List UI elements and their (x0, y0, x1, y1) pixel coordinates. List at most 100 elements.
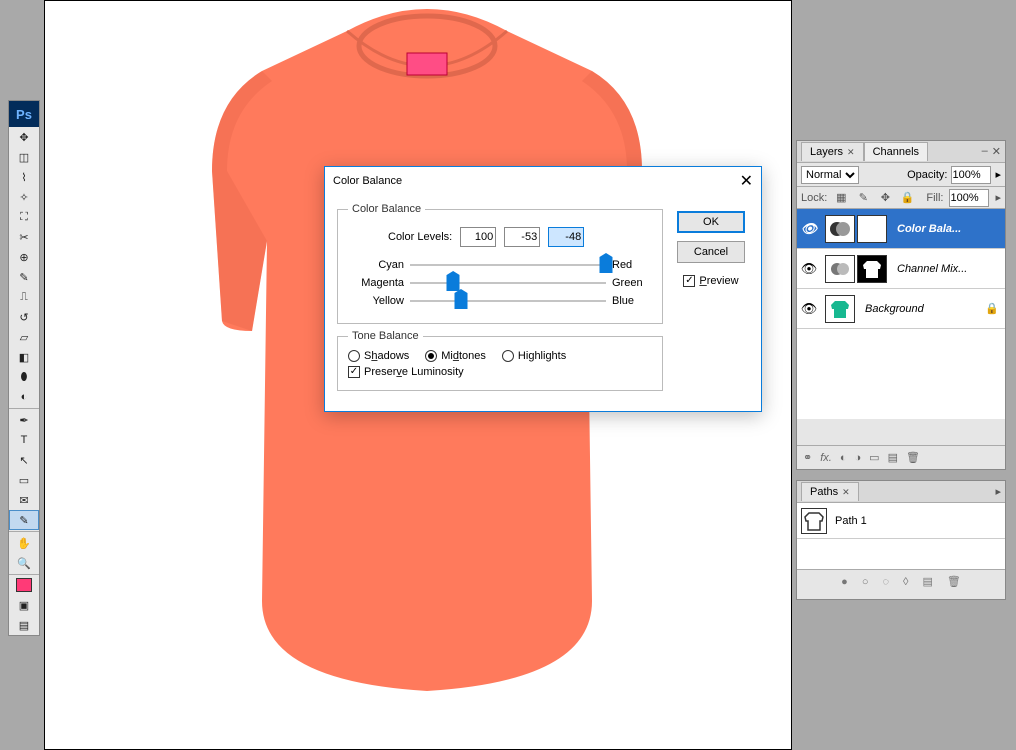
fill-input[interactable] (949, 189, 989, 207)
foreground-color-swatch[interactable] (16, 578, 32, 592)
notes-tool[interactable]: ✉ (9, 490, 39, 510)
brush-tool[interactable]: ✎ (9, 267, 39, 287)
lock-all-icon[interactable]: 🔒 (899, 191, 915, 204)
slider-right-label: Blue (612, 295, 652, 307)
paths-footer: ● ○ ◌ ◊ ▤ 🗑 (797, 569, 1005, 593)
crop-tool[interactable]: ⛶ (9, 207, 39, 227)
close-icon[interactable]: ✕ (992, 145, 1001, 158)
shape-tool[interactable]: ▭ (9, 470, 39, 490)
layer-name[interactable]: Color Bala... (897, 223, 961, 235)
slice-tool[interactable]: ✂ (9, 227, 39, 247)
slider-thumb[interactable] (454, 293, 467, 309)
radio-shadows[interactable]: Shadows (348, 350, 409, 362)
color-balance-group: Color Balance Color Levels: Cyan Red Mag… (337, 203, 663, 324)
mask-thumb[interactable] (857, 215, 887, 243)
layer-color-balance[interactable]: 👁 Color Bala... (797, 209, 1005, 249)
marquee-tool[interactable]: ◫ (9, 147, 39, 167)
flyout-icon[interactable]: ▸ (995, 485, 1001, 498)
slider-cyan-red: Cyan Red (348, 257, 652, 273)
flyout-icon[interactable]: ▸ (995, 191, 1001, 204)
lock-transparent-icon[interactable]: ▦ (833, 191, 849, 204)
layer-list: 👁 Color Bala... 👁 Channel Mix... 👁 Backg… (797, 209, 1005, 419)
level-input-2[interactable] (504, 227, 540, 247)
level-input-3[interactable] (548, 227, 584, 247)
visibility-icon[interactable]: 👁 (797, 301, 821, 317)
quickmask-tool[interactable]: ▤ (9, 615, 39, 635)
trash-icon[interactable]: 🗑 (947, 575, 961, 588)
adjustment-layer-icon[interactable]: ◑ (855, 452, 862, 464)
path-to-selection-icon[interactable]: ◌ (882, 576, 889, 588)
stamp-tool[interactable]: ⎍ (9, 287, 39, 307)
new-path-icon[interactable]: ▤ (922, 575, 932, 588)
close-icon[interactable]: ✕ (740, 171, 753, 191)
slider-track[interactable] (410, 293, 606, 309)
type-tool[interactable]: T (9, 430, 39, 450)
cancel-button[interactable]: Cancel (677, 241, 745, 263)
dialog-titlebar[interactable]: Color Balance ✕ (325, 167, 761, 195)
close-icon[interactable]: ✕ (847, 147, 855, 158)
tab-paths[interactable]: Paths✕ (801, 482, 859, 501)
fill-label: Fill: (926, 192, 943, 204)
eyedropper-tool[interactable]: ✎ (9, 510, 39, 530)
move-tool[interactable]: ✥ (9, 127, 39, 147)
path-select-tool[interactable]: ↖ (9, 450, 39, 470)
lock-icon: 🔒 (985, 302, 999, 315)
separator (9, 531, 39, 532)
gradient-tool[interactable]: ◧ (9, 347, 39, 367)
stroke-path-icon[interactable]: ○ (862, 576, 869, 588)
radio-highlights[interactable]: Highlights (502, 350, 566, 362)
slider-track[interactable] (410, 257, 606, 273)
minimize-icon[interactable]: – (982, 145, 988, 158)
mask-thumb[interactable] (857, 255, 887, 283)
trash-icon[interactable]: 🗑 (906, 451, 920, 464)
adjustment-thumb (825, 255, 855, 283)
blend-mode-select[interactable]: Normal (801, 166, 859, 184)
hand-tool[interactable]: ✋ (9, 533, 39, 553)
flyout-icon[interactable]: ▸ (995, 168, 1001, 181)
eraser-tool[interactable]: ▱ (9, 327, 39, 347)
path-item[interactable]: Path 1 (797, 503, 1005, 539)
layer-name[interactable]: Background (865, 303, 924, 315)
photoshop-logo: Ps (9, 101, 39, 127)
layers-footer: ⚭ fx. ◐ ◑ ▭ ▤ 🗑 (797, 445, 1005, 469)
slider-thumb[interactable] (447, 275, 460, 291)
slider-thumb[interactable] (600, 257, 613, 273)
close-icon[interactable]: ✕ (842, 487, 850, 498)
link-layers-icon[interactable]: ⚭ (803, 451, 812, 464)
lock-image-icon[interactable]: ✎ (855, 191, 871, 204)
tab-layers[interactable]: Layers✕ (801, 142, 864, 161)
opacity-input[interactable] (951, 166, 991, 184)
separator (9, 408, 39, 409)
screen-mode-tool[interactable]: ▣ (9, 595, 39, 615)
dodge-tool[interactable]: ◐ (9, 387, 39, 407)
color-levels-row: Color Levels: (388, 227, 652, 247)
radio-midtones[interactable]: Midtones (425, 350, 486, 362)
slider-track[interactable] (410, 275, 606, 291)
path-name[interactable]: Path 1 (835, 515, 867, 527)
blur-tool[interactable]: ⬮ (9, 367, 39, 387)
new-layer-icon[interactable]: ▤ (888, 451, 898, 464)
layer-mask-icon[interactable]: ◐ (840, 452, 847, 464)
history-brush-tool[interactable]: ↺ (9, 307, 39, 327)
folder-icon[interactable]: ▭ (869, 451, 879, 464)
layer-channel-mixer[interactable]: 👁 Channel Mix... (797, 249, 1005, 289)
checkbox-preview[interactable]: Preview (683, 275, 738, 287)
layer-background[interactable]: 👁 Background 🔒 (797, 289, 1005, 329)
layer-name[interactable]: Channel Mix... (897, 263, 967, 275)
lasso-tool[interactable]: ⌇ (9, 167, 39, 187)
healing-tool[interactable]: ⊕ (9, 247, 39, 267)
adjustment-thumb (825, 215, 855, 243)
zoom-tool[interactable]: 🔍 (9, 553, 39, 573)
selection-to-path-icon[interactable]: ◊ (903, 576, 908, 588)
wand-tool[interactable]: ✧ (9, 187, 39, 207)
visibility-icon[interactable]: 👁 (797, 221, 821, 237)
ok-button[interactable]: OK (677, 211, 745, 233)
visibility-icon[interactable]: 👁 (797, 261, 821, 277)
tab-channels[interactable]: Channels (864, 142, 928, 161)
level-input-1[interactable] (460, 227, 496, 247)
fill-path-icon[interactable]: ● (841, 576, 848, 588)
layer-fx-icon[interactable]: fx. (820, 452, 832, 464)
lock-position-icon[interactable]: ✥ (877, 191, 893, 204)
pen-tool[interactable]: ✒ (9, 410, 39, 430)
checkbox-preserve-luminosity[interactable]: Preserve Luminosity (348, 366, 652, 378)
